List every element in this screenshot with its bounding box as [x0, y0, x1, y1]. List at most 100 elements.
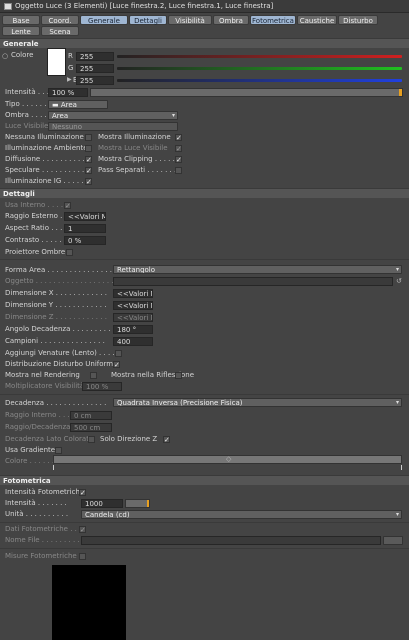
divider	[0, 522, 409, 523]
intensita-field[interactable]: 1000	[81, 499, 123, 508]
tab-base[interactable]: Base	[2, 15, 40, 25]
check-illuminazione-ambiente[interactable]	[85, 145, 92, 152]
title-bar: Oggetto Luce (3 Elementi) [Luce finestra…	[0, 0, 409, 13]
gradient-knot-icon[interactable]: ◇	[226, 455, 231, 463]
raggio-decadenza-label: Raggio/Decadenza .	[5, 423, 75, 431]
check-distribuzione[interactable]: ✓	[113, 361, 120, 369]
tab-fotometrica[interactable]: Fotometrica	[250, 15, 296, 25]
nome-file-label: Nome File . . . . . . . . .	[5, 536, 80, 544]
decadenza-dropdown[interactable]: Quadrata Inversa (Precisione Fisica) ▾	[113, 398, 402, 407]
oggetto-link-field[interactable]	[113, 277, 393, 286]
b-slider[interactable]	[117, 79, 402, 82]
check-mostra-luce-visibile[interactable]: ✓	[175, 145, 182, 153]
color-label: Colore	[11, 51, 34, 59]
type-dropdown[interactable]: ▬ Area	[48, 100, 108, 109]
check-proiettore-ombre[interactable]	[66, 249, 73, 256]
tab-lente[interactable]: Lente	[2, 26, 40, 36]
dim-x-label: Dimensione X . . . . . . . . . . . .	[5, 289, 107, 297]
contrasto-label: Contrasto . . . . . .	[5, 236, 66, 244]
venature-label: Aggiungi Venature (Lento) . . . . .	[5, 349, 120, 357]
mostra-rendering-label: Mostra nel Rendering	[5, 371, 80, 379]
gradient-handles[interactable]	[53, 465, 402, 470]
r-field[interactable]: 255	[76, 52, 114, 61]
check-mostra-illuminazione[interactable]: ✓	[175, 134, 182, 142]
decadenza-value: Quadrata Inversa (Precisione Fisica)	[117, 399, 243, 407]
check-illuminazione-ig[interactable]: ✓	[85, 178, 92, 186]
unita-dropdown[interactable]: Candela (cd) ▾	[81, 510, 402, 519]
area-light-icon: ▬	[52, 101, 61, 109]
r-slider[interactable]	[117, 55, 402, 58]
check-venature[interactable]	[115, 350, 122, 357]
visible-dropdown[interactable]: Nessuno	[48, 122, 178, 131]
forma-area-dropdown[interactable]: Rettangolo ▾	[113, 265, 402, 274]
tab-dettagli[interactable]: Dettagli	[129, 15, 167, 25]
tab-ombra[interactable]: Ombra	[213, 15, 249, 25]
tab-disturbo[interactable]: Disturbo	[338, 15, 378, 25]
g-field[interactable]: 255	[76, 64, 114, 73]
check-nessuna-illuminazione[interactable]	[85, 134, 92, 141]
intensity-field[interactable]: 100 %	[48, 88, 88, 97]
raggio-esterno-label: Raggio Esterno . .	[5, 212, 67, 220]
check-mostra-clipping[interactable]: ✓	[175, 156, 182, 164]
window-title: Oggetto Luce (3 Elementi) [Luce finestra…	[15, 2, 274, 10]
g-label: G	[68, 64, 74, 72]
check-decadenza-lato[interactable]	[88, 436, 95, 443]
check-speculare[interactable]: ✓	[85, 167, 92, 175]
check-label-4: Diffusione . . . . . . . . . .	[5, 155, 85, 163]
decadenza-lato-label: Decadenza Lato Colorata	[5, 435, 94, 443]
raggio-esterno-field[interactable]: <<Valori M	[64, 212, 106, 221]
shadow-dropdown[interactable]: Area ▾	[48, 111, 178, 120]
browse-button[interactable]	[383, 536, 403, 545]
color-swatch[interactable]	[47, 48, 66, 76]
dim-z-field[interactable]: <<Valori M	[113, 313, 153, 322]
angolo-field[interactable]: 180 °	[113, 325, 153, 334]
dim-x-field[interactable]: <<Valori M	[113, 289, 153, 298]
light-object-icon	[4, 3, 12, 10]
nome-file-field[interactable]	[81, 536, 381, 545]
pick-icon[interactable]: ↺	[396, 277, 402, 285]
moltiplicatore-field[interactable]: 100 %	[82, 382, 122, 391]
section-dettagli: Dettagli	[0, 188, 409, 198]
tab-caustiche[interactable]: Caustiche	[297, 15, 337, 25]
g-slider[interactable]	[117, 67, 402, 70]
check-mostra-rendering[interactable]	[90, 372, 97, 379]
divider	[0, 394, 409, 395]
campioni-label: Campioni . . . . . . . . . . . . . . .	[5, 337, 105, 345]
intensita-fot-label: Intensità Fotometriche	[5, 488, 85, 496]
check-mostra-riflessione[interactable]	[175, 372, 182, 379]
usa-interno-label: Usa Interno . . . . .	[5, 201, 68, 209]
check-misure-fotometriche[interactable]	[79, 553, 86, 560]
check-intensita-fotometriche[interactable]: ✓	[79, 489, 86, 497]
intensita-slider[interactable]	[125, 499, 150, 508]
tab-generale[interactable]: Generale	[80, 15, 128, 25]
contrasto-field[interactable]: 0 %	[64, 236, 106, 245]
check-label-7: Pass Separati . . . . . . .	[98, 166, 177, 174]
dim-y-field[interactable]: <<Valori M	[113, 301, 153, 310]
tab-visibilita[interactable]: Visibilità	[168, 15, 212, 25]
visible-value: Nessuno	[52, 123, 82, 131]
check-label-6: Speculare . . . . . . . . . .	[5, 166, 85, 174]
campioni-field[interactable]: 400	[113, 337, 153, 346]
keyframe-icon[interactable]: ○	[2, 52, 8, 60]
misure-label: Misure Fotometriche	[5, 552, 77, 560]
check-usa-interno[interactable]: ✓	[64, 202, 71, 210]
intensita-label: Intensità . . . . . . .	[5, 499, 67, 507]
check-pass-separati[interactable]	[175, 167, 182, 174]
intensity-slider[interactable]	[90, 88, 403, 97]
raggio-interno-field[interactable]: 0 cm	[70, 411, 112, 420]
b-field[interactable]: 255	[76, 76, 114, 85]
tab-coord[interactable]: Coord.	[41, 15, 79, 25]
aspect-ratio-field[interactable]: 1	[64, 224, 106, 233]
check-solo-direzione[interactable]: ✓	[163, 436, 170, 444]
aspect-ratio-label: Aspect Ratio . . . .	[5, 224, 67, 232]
check-label-5: Mostra Clipping . . . . .	[98, 155, 175, 163]
unita-label: Unità . . . . . . . . . .	[5, 510, 69, 518]
raggio-decadenza-field[interactable]: 500 cm	[70, 423, 112, 432]
oggetto-label: Oggetto . . . . . . . . . . . . . . . . …	[5, 277, 114, 285]
check-diffusione[interactable]: ✓	[85, 156, 92, 164]
check-label-2: Illuminazione Ambiente	[5, 144, 88, 152]
tab-scena[interactable]: Scena	[41, 26, 79, 36]
colore-gradient-label: Colore . . . . . . .	[5, 457, 59, 465]
check-dati-fotometriche[interactable]: ✓	[79, 526, 86, 534]
check-usa-gradiente[interactable]	[55, 447, 62, 454]
